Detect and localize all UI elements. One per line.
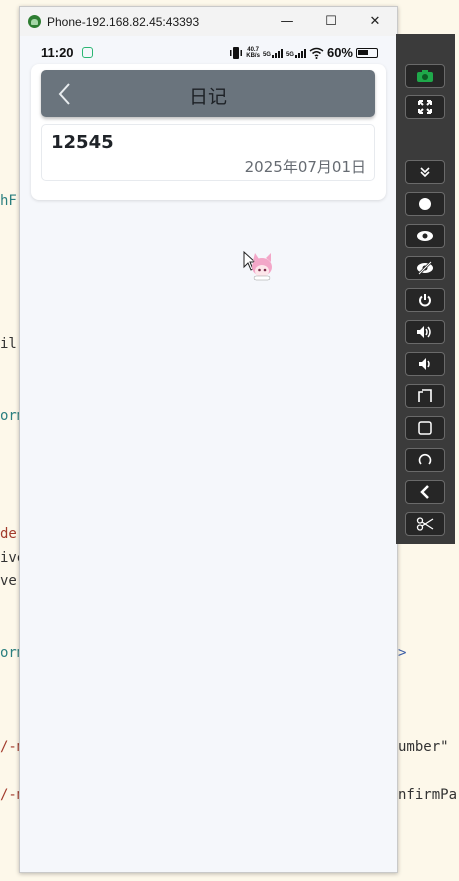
battery-percent: 60% xyxy=(326,45,353,60)
rotate-icon xyxy=(418,389,432,402)
emulator-toolbar xyxy=(396,34,455,544)
wifi-icon xyxy=(309,47,324,59)
home-icon xyxy=(418,421,432,435)
sim1-signal: 5G xyxy=(263,48,283,58)
bg-code-fragment: il xyxy=(0,336,17,352)
fullscreen-button[interactable] xyxy=(405,95,445,119)
nav-back-button[interactable] xyxy=(405,480,445,504)
bg-code-fragment: hF xyxy=(0,193,17,209)
header-bar: 日记 xyxy=(41,70,375,117)
phone-mirror-window: Phone-192.168.82.45:43393 — ☐ ✕ 11:20 40… xyxy=(19,6,398,873)
hide-button[interactable] xyxy=(405,256,445,280)
bg-code-fragment: de xyxy=(0,526,17,542)
net-speed-value: 40.7 xyxy=(247,46,259,53)
record-icon xyxy=(419,198,431,210)
status-icons: 40.7 KB/s 5G 5G 60% xyxy=(229,45,378,60)
volume-down-icon xyxy=(419,358,430,370)
expand-button[interactable] xyxy=(405,160,445,184)
rotate-button[interactable] xyxy=(405,384,445,408)
android-app-icon xyxy=(28,15,41,28)
power-icon xyxy=(419,294,431,307)
phone-screen: 11:20 40.7 KB/s 5G 5G 60% 日记 12545 2025年… xyxy=(20,36,397,872)
notification-app-icon xyxy=(82,47,93,58)
expand-down-icon xyxy=(420,167,430,178)
maximize-button[interactable]: ☐ xyxy=(309,7,353,36)
recents-icon xyxy=(418,453,432,465)
diary-entry[interactable]: 12545 2025年07月01日 xyxy=(41,124,375,181)
sim2-label: 5G xyxy=(285,51,294,58)
page-title: 日记 xyxy=(188,86,227,108)
volume-up-button[interactable] xyxy=(405,320,445,344)
cut-button[interactable] xyxy=(405,512,445,536)
battery-icon xyxy=(356,47,378,58)
net-speed-unit: KB/s xyxy=(246,52,260,59)
signal-bars-icon xyxy=(271,48,283,58)
status-time: 11:20 xyxy=(41,45,74,60)
record-button[interactable] xyxy=(405,192,445,216)
back-icon xyxy=(420,485,429,499)
diary-card: 日记 12545 2025年07月01日 xyxy=(31,64,386,200)
entry-date: 2025年07月01日 xyxy=(244,158,366,176)
show-icon xyxy=(417,231,433,241)
vibrate-icon xyxy=(230,46,243,59)
entry-title: 12545 xyxy=(51,132,114,153)
bg-code-fragment: nfirmPa xyxy=(398,787,458,803)
home-button[interactable] xyxy=(405,416,445,440)
net-speed: 40.7 KB/s xyxy=(246,47,260,59)
minimize-button[interactable]: — xyxy=(265,7,309,36)
window-title: Phone-192.168.82.45:43393 xyxy=(47,14,200,29)
signal-bars-icon xyxy=(294,48,306,58)
fullscreen-icon xyxy=(418,100,432,114)
close-button[interactable]: ✕ xyxy=(353,7,397,36)
status-bar: 11:20 40.7 KB/s 5G 5G 60% xyxy=(20,44,397,64)
bg-code-fragment: > xyxy=(398,645,407,661)
anime-mascot-icon[interactable] xyxy=(242,249,274,281)
show-button[interactable] xyxy=(405,224,445,248)
volume-down-button[interactable] xyxy=(405,352,445,376)
sim2-signal: 5G xyxy=(286,48,306,58)
volume-up-icon xyxy=(417,326,431,338)
cut-icon xyxy=(416,517,434,531)
screenshot-icon xyxy=(417,70,433,82)
screenshot-button[interactable] xyxy=(405,64,445,88)
recents-button[interactable] xyxy=(405,448,445,472)
power-button[interactable] xyxy=(405,288,445,312)
bg-code-fragment: umber" xyxy=(398,739,449,755)
sim1-label: 5G xyxy=(262,51,271,58)
window-titlebar[interactable]: Phone-192.168.82.45:43393 — ☐ ✕ xyxy=(20,7,397,36)
hide-icon xyxy=(417,261,433,275)
